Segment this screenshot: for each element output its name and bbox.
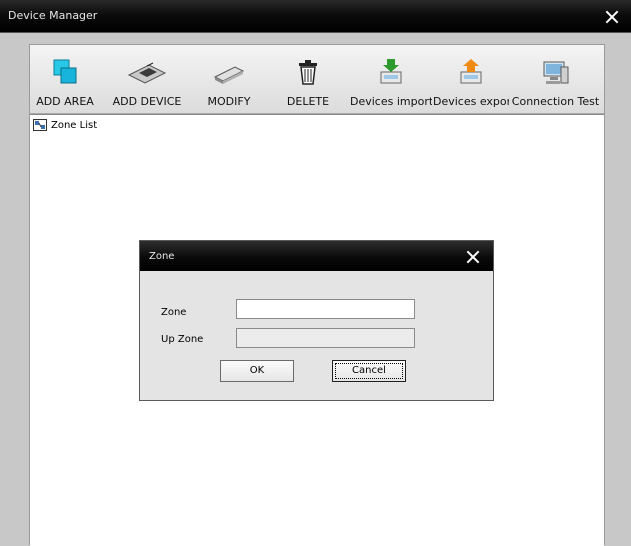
modify-icon bbox=[213, 66, 245, 84]
window-close-icon[interactable] bbox=[605, 10, 619, 24]
modify-button[interactable]: MODIFY bbox=[196, 49, 262, 111]
add-device-label: ADD DEVICE bbox=[112, 95, 182, 108]
add-area-label: ADD AREA bbox=[36, 95, 94, 108]
modify-label: MODIFY bbox=[207, 95, 251, 108]
dialog-body: Zone Up Zone OK Cancel bbox=[140, 271, 493, 400]
devices-export-button[interactable]: Devices export bbox=[433, 49, 509, 111]
export-icon bbox=[460, 59, 482, 84]
devices-import-button[interactable]: Devices import bbox=[350, 49, 432, 111]
add-area-button[interactable]: ADD AREA bbox=[30, 49, 100, 111]
zone-label: Zone bbox=[161, 307, 187, 318]
add-device-button[interactable]: ADD DEVICE bbox=[107, 49, 187, 111]
toolbar: ADD AREA ADD DEVICE MODIFY DELETE Device… bbox=[30, 45, 604, 114]
add-device-icon bbox=[127, 62, 167, 84]
connection-test-button[interactable]: Connection Test bbox=[509, 49, 602, 111]
window-title: Device Manager bbox=[8, 9, 98, 22]
trash-icon bbox=[299, 60, 317, 85]
up-zone-label: Up Zone bbox=[161, 334, 204, 345]
import-icon bbox=[380, 59, 402, 84]
add-area-icon bbox=[53, 59, 77, 84]
delete-button[interactable]: DELETE bbox=[276, 49, 340, 111]
tree-root-label: Zone List bbox=[51, 119, 98, 131]
window-titlebar: Device Manager bbox=[0, 0, 631, 33]
devices-import-label: Devices import bbox=[350, 95, 432, 108]
zone-list-icon bbox=[33, 119, 47, 131]
connection-test-icon bbox=[543, 61, 568, 84]
up-zone-input[interactable] bbox=[236, 328, 415, 348]
zone-dialog: Zone Zone Up Zone OK Cancel bbox=[139, 240, 494, 401]
delete-label: DELETE bbox=[286, 95, 330, 108]
dialog-titlebar: Zone bbox=[140, 241, 493, 271]
ok-button[interactable]: OK bbox=[220, 360, 294, 382]
tree-root-item[interactable]: Zone List bbox=[33, 119, 97, 131]
dialog-title: Zone bbox=[149, 251, 175, 262]
cancel-button[interactable]: Cancel bbox=[332, 360, 406, 382]
dialog-close-icon[interactable] bbox=[466, 250, 480, 264]
devices-export-label: Devices export bbox=[433, 95, 509, 108]
zone-input[interactable] bbox=[236, 299, 415, 319]
connection-test-label: Connection Test bbox=[511, 95, 600, 108]
